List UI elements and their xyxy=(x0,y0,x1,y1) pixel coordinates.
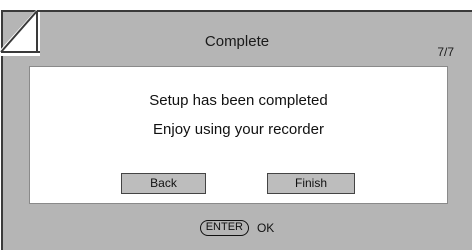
completion-dialog: Setup has been completed Enjoy using you… xyxy=(29,66,448,204)
ok-label: OK xyxy=(256,221,275,235)
enjoy-message: Enjoy using your recorder xyxy=(153,121,324,138)
setup-screen: Complete 7/7 Setup has been completed En… xyxy=(0,0,474,251)
page-indicator: 7/7 xyxy=(437,45,454,59)
completion-message: Setup has been completed xyxy=(149,92,328,109)
enter-key-icon: ENTER xyxy=(199,220,249,236)
back-button[interactable]: Back xyxy=(121,173,206,194)
finish-button[interactable]: Finish xyxy=(267,173,355,194)
screen-title: Complete xyxy=(204,33,270,50)
footer-hint: ENTER OK xyxy=(0,220,474,236)
